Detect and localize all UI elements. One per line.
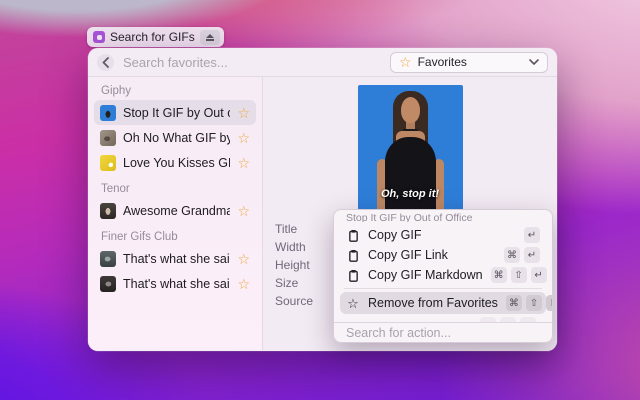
action-menu-list: Copy GIF ↵ Copy GIF Link ⌘ ↵ C xyxy=(334,222,552,322)
desktop-wallpaper: Search for GIFs ☆ Favorites Giphy xyxy=(0,0,640,400)
favorite-star-icon[interactable]: ☆ xyxy=(237,131,250,145)
gif-thumbnail xyxy=(100,105,116,121)
list-item-label: That's what she said. xyxy=(123,252,230,266)
badge-title: Search for GIFs xyxy=(110,30,195,44)
gif-thumbnail xyxy=(100,130,116,146)
favorite-star-icon[interactable]: ☆ xyxy=(237,277,250,291)
key-return: ↵ xyxy=(524,247,540,263)
list-item-label: Oh No What GIF by Major Le... xyxy=(123,131,230,145)
eject-icon[interactable] xyxy=(200,30,220,45)
star-icon: ☆ xyxy=(346,297,360,310)
back-button[interactable] xyxy=(97,54,114,71)
list-item-awesome-grandma[interactable]: Awesome Grandma GIF ☆ xyxy=(94,198,256,223)
gif-caption-text: Oh, stop it! xyxy=(358,188,463,200)
gif-thumbnail xyxy=(100,203,116,219)
gif-thumbnail xyxy=(100,155,116,171)
favorite-star-icon[interactable]: ☆ xyxy=(237,106,250,120)
gif-preview-image: Oh, stop it! xyxy=(358,85,463,210)
menu-separator xyxy=(344,288,542,289)
favorites-filter-dropdown[interactable]: ☆ Favorites xyxy=(390,52,548,73)
section-title-tenor: Tenor xyxy=(101,183,250,195)
favorite-star-icon[interactable]: ☆ xyxy=(237,252,250,266)
action-search-footer xyxy=(334,322,552,342)
section-title-giphy: Giphy xyxy=(101,85,250,97)
list-item-love-you-kisses[interactable]: Love You Kisses GIF by Ted... ☆ xyxy=(94,150,256,175)
action-menu-panel: Stop It GIF by Out of Office Copy GIF ↵ … xyxy=(333,209,553,343)
results-sidebar: Giphy Stop It GIF by Out of Office ☆ Oh … xyxy=(88,77,262,350)
list-item-oh-no-what[interactable]: Oh No What GIF by Major Le... ☆ xyxy=(94,125,256,150)
gif-thumbnail xyxy=(100,276,116,292)
key-shift: ⇧ xyxy=(526,295,542,311)
action-copy-gif-link[interactable]: Copy GIF Link ⌘ ↵ xyxy=(340,245,546,265)
list-item-thats-what-she-said-1[interactable]: That's what she said. ☆ xyxy=(94,246,256,271)
gif-extension-icon xyxy=(93,31,105,43)
key-shift: ⇧ xyxy=(511,267,527,283)
favorite-star-icon[interactable]: ☆ xyxy=(237,156,250,170)
list-item-label: That's what she said? xyxy=(123,277,230,291)
list-item-label: Stop It GIF by Out of Office xyxy=(123,106,230,120)
dropdown-label: Favorites xyxy=(418,55,523,69)
list-item-label: Awesome Grandma GIF xyxy=(123,204,230,218)
action-remove-from-favorites[interactable]: ☆ Remove from Favorites ⌘ ⇧ F xyxy=(340,292,546,314)
clipboard-icon xyxy=(346,229,360,242)
key-cmd: ⌘ xyxy=(491,267,507,283)
list-item-stop-it[interactable]: Stop It GIF by Out of Office ☆ xyxy=(94,100,256,125)
clipboard-icon xyxy=(346,269,360,282)
action-menu-header: Stop It GIF by Out of Office xyxy=(334,210,552,222)
favorite-star-icon[interactable]: ☆ xyxy=(237,204,250,218)
key-f: F xyxy=(546,295,553,311)
list-item-thats-what-she-said-2[interactable]: That's what she said? ☆ xyxy=(94,271,256,296)
window-topbar: ☆ Favorites xyxy=(88,48,557,77)
key-cmd: ⌘ xyxy=(506,295,522,311)
gif-thumbnail xyxy=(100,251,116,267)
action-copy-gif-markdown[interactable]: Copy GIF Markdown ⌘ ⇧ ↵ xyxy=(340,265,546,285)
search-input[interactable] xyxy=(123,55,390,70)
key-return: ↵ xyxy=(524,227,540,243)
action-copy-gif[interactable]: Copy GIF ↵ xyxy=(340,225,546,245)
chevron-down-icon xyxy=(529,59,539,65)
clipped-next-action-row xyxy=(340,317,546,322)
list-item-label: Love You Kisses GIF by Ted... xyxy=(123,156,230,170)
key-return: ↵ xyxy=(531,267,547,283)
clipboard-icon xyxy=(346,249,360,262)
section-title-finer-gifs-club: Finer Gifs Club xyxy=(101,231,250,243)
action-search-input[interactable] xyxy=(346,326,540,340)
key-cmd: ⌘ xyxy=(504,247,520,263)
window-title-badge[interactable]: Search for GIFs xyxy=(87,27,224,47)
star-icon: ☆ xyxy=(399,55,412,69)
